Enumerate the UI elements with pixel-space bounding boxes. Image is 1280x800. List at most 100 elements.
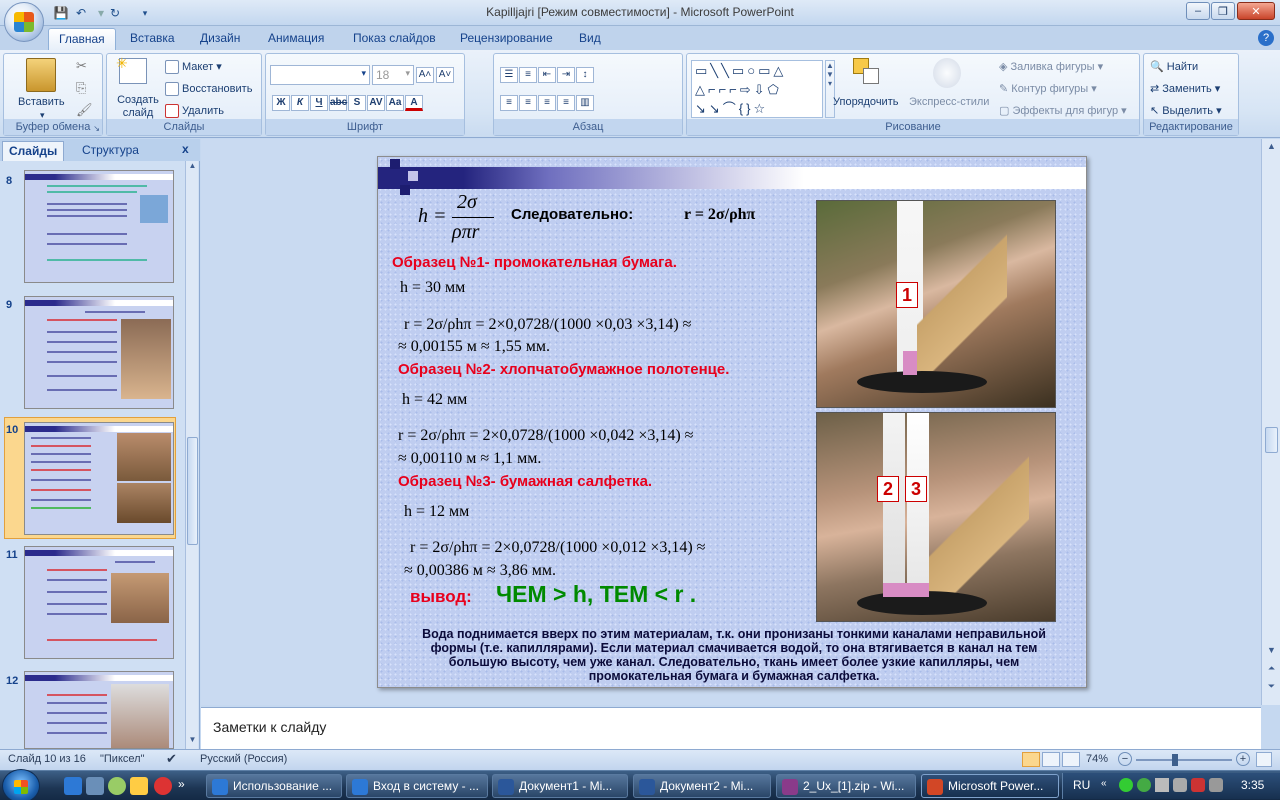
zoom-slider[interactable] <box>1136 759 1232 761</box>
taskbar-item-ie-login[interactable]: Вход в систему - ... <box>346 774 488 798</box>
tab-insert[interactable]: Вставка <box>120 28 185 50</box>
delete-slide-button[interactable]: Удалить <box>165 104 224 118</box>
bold-button[interactable]: Ж <box>272 95 290 111</box>
align-right-icon[interactable]: ≡ <box>538 95 556 111</box>
tab-slides[interactable]: Слайды <box>2 141 65 161</box>
decrease-indent-icon[interactable]: ⇤ <box>538 67 556 83</box>
shape-outline-button[interactable]: ✎ Контур фигуры ▾ <box>999 82 1097 95</box>
dialog-launcher-icon[interactable]: ↘ <box>93 124 100 133</box>
justify-icon[interactable]: ≡ <box>557 95 575 111</box>
copy-icon[interactable]: ⎘ <box>76 80 86 96</box>
minimize-button[interactable]: – <box>1186 2 1210 20</box>
tab-home[interactable]: Главная <box>48 28 116 50</box>
quick-styles-button[interactable]: Экспресс-стили <box>909 96 989 108</box>
language-indicator[interactable]: RU <box>1073 778 1090 792</box>
columns-icon[interactable]: ▥ <box>576 95 594 111</box>
shape-effects-button[interactable]: ▢ Эффекты для фигур ▾ <box>999 104 1127 117</box>
tab-review[interactable]: Рецензирование <box>450 28 563 50</box>
close-pane-icon[interactable]: x <box>182 142 189 156</box>
scroll-down-icon[interactable]: ▼ <box>187 735 198 747</box>
grow-font-icon[interactable]: A˄ <box>416 67 434 83</box>
font-size-combo[interactable]: 18 ▾ <box>372 65 414 85</box>
scroll-thumb[interactable] <box>187 437 198 545</box>
messenger-icon[interactable] <box>1137 778 1151 792</box>
slide-thumbnail-9[interactable] <box>24 296 174 409</box>
layout-button[interactable]: Макет ▾ <box>165 60 222 75</box>
start-button[interactable] <box>2 769 40 800</box>
taskbar-item-word-doc1[interactable]: Документ1 - Mi... <box>492 774 628 798</box>
slide-thumbnail-11[interactable] <box>24 546 174 659</box>
icq-icon[interactable] <box>1119 778 1133 792</box>
spellcheck-icon[interactable]: ✔ <box>166 751 177 767</box>
reset-button[interactable]: Восстановить <box>165 82 252 96</box>
app-quicklaunch-icon[interactable] <box>108 777 126 795</box>
cut-icon[interactable]: ✂ <box>76 58 87 74</box>
help-icon[interactable]: ? <box>1258 30 1274 46</box>
scroll-up-icon[interactable]: ▲ <box>187 161 198 173</box>
slideshow-icon[interactable] <box>1062 752 1080 767</box>
zoom-level[interactable]: 74% <box>1086 753 1108 765</box>
underline-button[interactable]: Ч <box>310 95 328 111</box>
taskbar-item-ie-usage[interactable]: Использование ... <box>206 774 342 798</box>
quicklaunch-more-icon[interactable]: » <box>178 777 185 791</box>
slide-thumbnail-8[interactable] <box>24 170 174 283</box>
font-color-button[interactable]: A <box>405 95 423 111</box>
paste-button[interactable]: Вставить <box>18 96 65 108</box>
line-spacing-icon[interactable]: ↕ <box>576 67 594 83</box>
tray-expand-icon[interactable]: « <box>1101 778 1107 789</box>
tab-design[interactable]: Дизайн <box>190 28 250 50</box>
fit-to-window-icon[interactable] <box>1256 752 1272 767</box>
italic-button[interactable]: К <box>291 95 309 111</box>
tray-app-icon[interactable] <box>1209 778 1223 792</box>
format-painter-icon[interactable]: 🖌 <box>76 102 93 118</box>
next-slide-icon[interactable]: ⏷ <box>1265 681 1278 692</box>
find-button[interactable]: 🔍 Найти <box>1150 60 1198 73</box>
office-button[interactable] <box>4 2 44 42</box>
shapes-gallery[interactable]: ▭╲╲▭○▭△ △⌐⌐⌐⇨⇩⬠ ↘↘⌒{}☆ <box>691 60 823 118</box>
align-left-icon[interactable]: ≡ <box>500 95 518 111</box>
numbering-icon[interactable]: ≡ <box>519 67 537 83</box>
scroll-up-icon[interactable]: ▲ <box>1265 141 1278 151</box>
show-desktop-icon[interactable] <box>86 777 104 795</box>
volume-icon[interactable] <box>1173 778 1187 792</box>
folder-quicklaunch-icon[interactable] <box>130 777 148 795</box>
taskbar-item-winrar[interactable]: 2_Ux_[1].zip - Wi... <box>776 774 916 798</box>
slides-pane-scrollbar[interactable]: ▲ ▼ <box>185 161 198 749</box>
zoom-slider-thumb[interactable] <box>1172 754 1178 766</box>
normal-view-icon[interactable] <box>1022 752 1040 767</box>
clock[interactable]: 3:35 <box>1241 778 1264 792</box>
char-spacing-button[interactable]: AV <box>367 95 385 111</box>
align-center-icon[interactable]: ≡ <box>519 95 537 111</box>
shapes-scroll[interactable]: ▲ ▼ ▾ <box>825 60 835 118</box>
shadow-button[interactable]: S <box>348 95 366 111</box>
tab-slideshow[interactable]: Показ слайдов <box>343 28 446 50</box>
network-icon[interactable] <box>1155 778 1169 792</box>
zoom-out-icon[interactable]: − <box>1118 752 1132 766</box>
slide-canvas[interactable]: h = 2σ ρπr Следовательно: r = 2σ/ρhπ Обр… <box>377 156 1087 688</box>
notes-pane[interactable]: Заметки к слайду <box>201 707 1261 749</box>
shape-fill-button[interactable]: ◈ Заливка фигуры ▾ <box>999 60 1103 73</box>
slide-thumbnail-10[interactable] <box>24 422 174 535</box>
language[interactable]: Русский (Россия) <box>200 753 287 765</box>
change-case-button[interactable]: Aa <box>386 95 404 111</box>
taskbar-item-powerpoint[interactable]: Microsoft Power... <box>921 774 1059 798</box>
tab-outline[interactable]: Структура <box>76 141 145 161</box>
close-button[interactable]: ✕ <box>1237 2 1275 20</box>
select-button[interactable]: ↖ Выделить ▾ <box>1150 104 1222 117</box>
slide-sorter-icon[interactable] <box>1042 752 1060 767</box>
ie-quicklaunch-icon[interactable] <box>64 777 82 795</box>
increase-indent-icon[interactable]: ⇥ <box>557 67 575 83</box>
taskbar-item-word-doc2[interactable]: Документ2 - Mi... <box>633 774 771 798</box>
editor-scrollbar[interactable]: ▲ ▼ ⏶ ⏷ <box>1261 139 1280 705</box>
new-slide-button[interactable]: Создать слайд <box>115 94 161 120</box>
zoom-in-icon[interactable]: + <box>1236 752 1250 766</box>
font-name-combo[interactable]: ▾ <box>270 65 370 85</box>
tab-animation[interactable]: Анимация <box>258 28 334 50</box>
slide-thumbnail-12[interactable] <box>24 671 174 749</box>
scroll-thumb[interactable] <box>1265 427 1278 453</box>
tab-view[interactable]: Вид <box>569 28 611 50</box>
previous-slide-icon[interactable]: ⏶ <box>1265 663 1278 674</box>
shrink-font-icon[interactable]: A˅ <box>436 67 454 83</box>
replace-button[interactable]: ⇄ Заменить ▾ <box>1150 82 1220 95</box>
mail-quicklaunch-icon[interactable] <box>154 777 172 795</box>
